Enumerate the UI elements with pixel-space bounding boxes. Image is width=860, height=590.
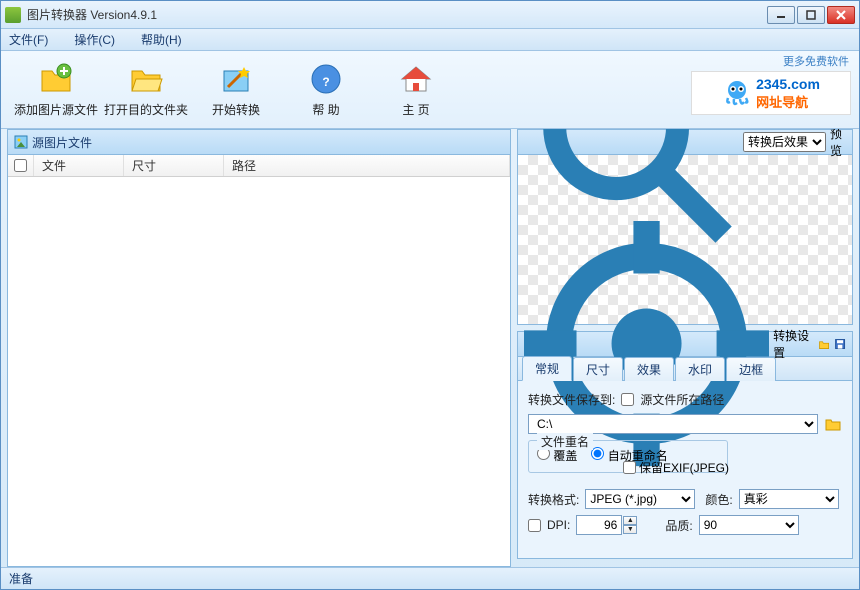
menu-operate[interactable]: 操作(C) [74,31,115,48]
folder-open-icon [128,61,164,97]
status-text: 准备 [9,570,33,587]
same-path-checkbox[interactable] [621,393,634,406]
image-icon [14,135,28,149]
right-panel: 转换后效果 预览 转换设置 常规 尺寸 效果 水印 [517,129,853,567]
content-area: 源图片文件 文件 尺寸 路径 转换后效果 预览 [1,129,859,567]
dpi-input[interactable] [576,515,622,535]
dpi-up-icon[interactable]: ▲ [623,516,637,525]
toolbar: 添加图片源文件 打开目的文件夹 开始转换 ? 帮 助 主 页 更多免费软件 23… [1,51,859,129]
menu-file[interactable]: 文件(F) [9,31,48,48]
svg-text:?: ? [322,75,329,89]
quality-label: 品质: [665,517,692,534]
preview-mode-select[interactable]: 转换后效果 [743,132,826,152]
logo-domain: 2345.com [756,76,820,92]
settings-title: 转换设置 [773,327,810,361]
dpi-spinner[interactable]: ▲▼ [576,515,637,535]
help-button[interactable]: ? 帮 助 [281,56,371,124]
home-label: 主 页 [402,101,429,118]
start-convert-label: 开始转换 [212,101,260,118]
home-button[interactable]: 主 页 [371,56,461,124]
help-label: 帮 助 [312,101,339,118]
format-select[interactable]: JPEG (*.jpg) [585,489,695,509]
save-path-input[interactable]: C:\ [528,414,818,434]
save-settings-icon[interactable] [834,336,846,352]
open-dest-label: 打开目的文件夹 [104,101,188,118]
settings-header: 转换设置 [517,331,853,357]
color-select[interactable]: 真彩 [739,489,839,509]
format-label: 转换格式: [528,491,579,508]
add-source-button[interactable]: 添加图片源文件 [11,56,101,124]
browse-folder-icon[interactable] [824,415,842,433]
select-all-checkbox[interactable] [14,159,27,172]
keep-exif-label: 保留EXIF(JPEG) [639,459,729,476]
open-dest-button[interactable]: 打开目的文件夹 [101,56,191,124]
tab-border[interactable]: 边框 [726,357,776,381]
maximize-button[interactable] [797,6,825,24]
app-icon [5,7,21,23]
source-panel-title: 源图片文件 [32,134,92,151]
folder-plus-icon [38,61,74,97]
dpi-checkbox[interactable] [528,519,541,532]
close-button[interactable] [827,6,855,24]
quality-select[interactable]: 90 [699,515,799,535]
col-size[interactable]: 尺寸 [124,155,224,176]
statusbar: 准备 [1,567,859,589]
help-icon: ? [308,61,344,97]
window-controls [767,6,855,24]
settings-body: 转换文件保存到: 源文件所在路径 C:\ 文件重名 覆盖 自动重命名 [517,381,853,559]
titlebar: 图片转换器 Version4.9.1 [1,1,859,29]
preview-label: 预览 [830,125,846,159]
add-source-label: 添加图片源文件 [14,101,98,118]
octopus-icon [722,78,752,108]
source-panel: 源图片文件 文件 尺寸 路径 [7,129,511,567]
preview-header: 转换后效果 预览 [517,129,853,155]
col-check [8,155,34,176]
tab-size[interactable]: 尺寸 [573,357,623,381]
minimize-button[interactable] [767,6,795,24]
file-list: 文件 尺寸 路径 [7,155,511,567]
dpi-down-icon[interactable]: ▼ [623,525,637,534]
logo-banner[interactable]: 2345.com 网址导航 [691,71,851,115]
col-path[interactable]: 路径 [224,155,510,176]
col-file[interactable]: 文件 [34,155,124,176]
tab-general[interactable]: 常规 [522,356,572,381]
start-convert-button[interactable]: 开始转换 [191,56,281,124]
tab-effect[interactable]: 效果 [624,357,674,381]
wand-icon [218,61,254,97]
save-to-label: 转换文件保存到: [528,391,615,408]
source-panel-header: 源图片文件 [7,129,511,155]
color-label: 颜色: [705,491,732,508]
same-path-label: 源文件所在路径 [640,391,724,408]
open-settings-icon[interactable] [818,336,830,352]
more-software-link[interactable]: 更多免费软件 [783,53,849,69]
app-window: 图片转换器 Version4.9.1 文件(F) 操作(C) 帮助(H) 添加图… [0,0,860,590]
menu-help[interactable]: 帮助(H) [141,31,182,48]
window-title: 图片转换器 Version4.9.1 [27,6,157,23]
dpi-label: DPI: [547,518,570,532]
logo-tagline: 网址导航 [756,92,820,111]
rename-group-title: 文件重名 [537,433,593,450]
keep-exif-checkbox[interactable] [623,461,636,474]
file-list-header: 文件 尺寸 路径 [8,155,510,177]
home-icon [398,61,434,97]
tab-watermark[interactable]: 水印 [675,357,725,381]
